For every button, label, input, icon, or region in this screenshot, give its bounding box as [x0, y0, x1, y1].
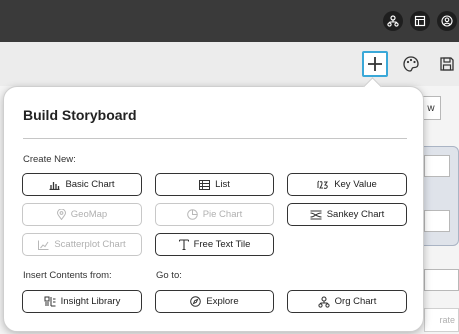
background-input-2[interactable] [424, 210, 450, 232]
background-input[interactable] [424, 155, 450, 177]
free-text-tile-label: Free Text Tile [193, 239, 251, 250]
background-generate-label: rate [439, 315, 455, 325]
list-icon [199, 179, 211, 190]
add-tile-button[interactable] [362, 51, 388, 77]
geomap-button[interactable]: GeoMap [22, 203, 142, 226]
bar-chart-icon [49, 181, 60, 190]
background-input-3[interactable] [424, 269, 459, 291]
key-value-label: Key Value [334, 179, 377, 190]
geomap-label: GeoMap [70, 209, 108, 220]
toolbar [0, 42, 459, 86]
compass-icon [190, 296, 202, 307]
insight-library-button[interactable]: Insight Library [22, 290, 142, 313]
background-button-label: w [427, 102, 435, 114]
text-icon [178, 239, 189, 250]
sankey-icon [310, 210, 322, 219]
org-chart-button[interactable]: Org Chart [287, 290, 407, 313]
list-label: List [215, 179, 230, 190]
background-generate-button[interactable]: rate [424, 308, 459, 332]
scatterplot-icon [38, 240, 49, 250]
explore-button[interactable]: Explore [155, 290, 274, 313]
pie-chart-label: Pie Chart [202, 209, 243, 220]
org-chart-label: Org Chart [334, 296, 377, 307]
basic-chart-button[interactable]: Basic Chart [22, 173, 142, 196]
sankey-chart-button[interactable]: Sankey Chart [287, 203, 407, 226]
sankey-chart-label: Sankey Chart [326, 209, 385, 220]
key-value-icon [317, 180, 329, 189]
create-new-label: Create New: [23, 154, 76, 165]
scatterplot-chart-button[interactable]: Scatterplot Chart [22, 233, 142, 256]
org-chart-icon [318, 295, 330, 308]
insight-library-icon [44, 296, 56, 307]
background-button[interactable]: w [421, 96, 441, 120]
palette-icon [403, 56, 419, 72]
basic-chart-label: Basic Chart [65, 179, 115, 190]
free-text-tile-button[interactable]: Free Text Tile [155, 233, 274, 256]
theme-button[interactable] [398, 51, 424, 77]
divider [23, 138, 407, 139]
insert-contents-label: Insert Contents from: [23, 270, 112, 281]
top-bar [0, 0, 459, 42]
save-icon [440, 57, 454, 71]
pie-chart-button[interactable]: Pie Chart [155, 203, 274, 226]
build-storyboard-popup: Build Storyboard Create New: Basic Chart… [3, 86, 424, 332]
dashboard-icon[interactable] [410, 11, 430, 31]
map-pin-icon [56, 209, 66, 220]
explore-label: Explore [206, 296, 239, 307]
pie-chart-icon [186, 209, 198, 220]
insight-library-label: Insight Library [60, 296, 121, 307]
org-chart-icon[interactable] [383, 11, 403, 31]
list-button[interactable]: List [155, 173, 274, 196]
user-icon[interactable] [437, 11, 457, 31]
plus-icon [368, 57, 382, 71]
go-to-label: Go to: [156, 270, 182, 281]
scatterplot-chart-label: Scatterplot Chart [54, 239, 126, 250]
save-button[interactable] [434, 51, 459, 77]
popup-title: Build Storyboard [23, 107, 137, 123]
key-value-button[interactable]: Key Value [287, 173, 407, 196]
